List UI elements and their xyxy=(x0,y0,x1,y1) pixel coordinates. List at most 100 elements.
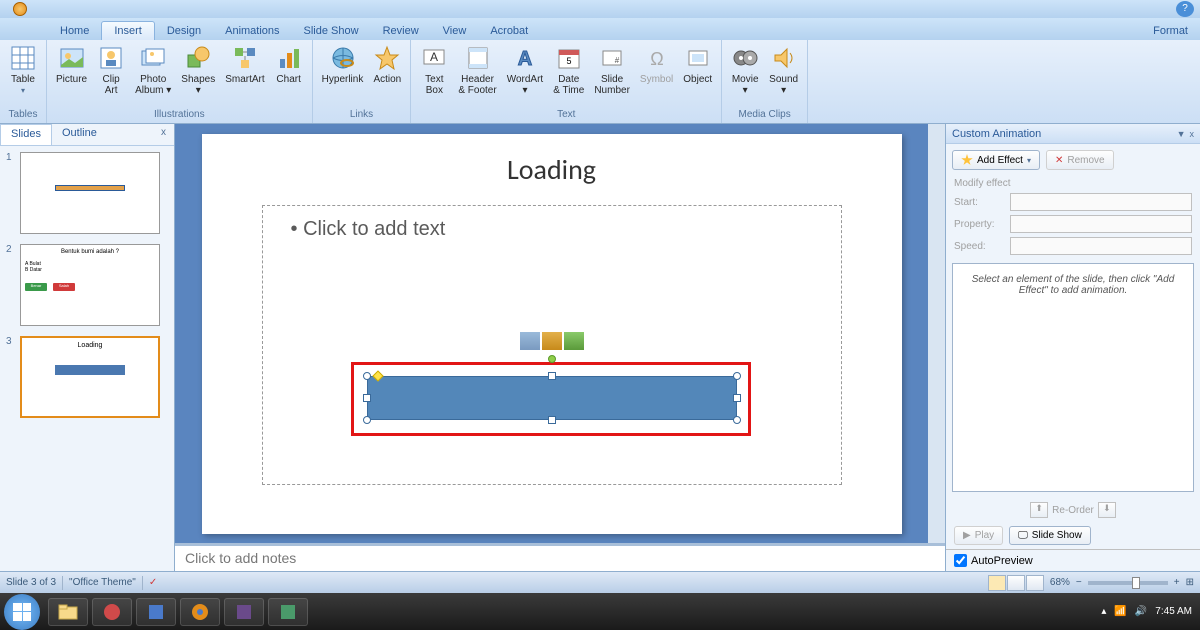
tab-insert[interactable]: Insert xyxy=(101,21,155,40)
property-select[interactable] xyxy=(1010,215,1192,233)
headerfooter-button[interactable]: Header & Footer xyxy=(453,42,501,109)
thumb-number: 2 xyxy=(6,244,20,326)
tray-clock[interactable]: 7:45 AM xyxy=(1155,606,1192,617)
normal-view-button[interactable] xyxy=(988,575,1006,591)
svg-text:#: # xyxy=(615,56,620,65)
resize-handle[interactable] xyxy=(548,416,556,424)
reorder-down-button[interactable]: ⬇ xyxy=(1098,502,1116,518)
start-select[interactable] xyxy=(1010,193,1192,211)
tab-home[interactable]: Home xyxy=(48,22,101,40)
add-effect-button[interactable]: Add Effect ▾ xyxy=(952,150,1040,170)
smartart-button[interactable]: SmartArt xyxy=(220,42,269,109)
thumbnails-list: 1 2 Bentuk bumi adalah ? A Bulat B Datar… xyxy=(0,146,174,571)
photoalbum-button[interactable]: Photo Album ▾ xyxy=(130,42,176,109)
picture-button[interactable]: Picture xyxy=(51,42,92,109)
object-button[interactable]: Object xyxy=(678,42,717,109)
panel-tab-slides[interactable]: Slides xyxy=(0,124,52,145)
taskbar-app[interactable] xyxy=(268,598,308,626)
resize-handle[interactable] xyxy=(733,372,741,380)
taskbar-app[interactable] xyxy=(92,598,132,626)
selected-shape[interactable] xyxy=(367,376,737,420)
tab-review[interactable]: Review xyxy=(371,22,431,40)
main-area: Slides Outline x 1 2 Bentuk bumi adalah … xyxy=(0,124,1200,571)
zoom-in-button[interactable]: + xyxy=(1174,577,1180,588)
spellcheck-icon[interactable]: ✓ xyxy=(149,577,157,588)
rotation-handle[interactable] xyxy=(548,355,556,363)
slide-thumbnail-2[interactable]: Bentuk bumi adalah ? A Bulat B Datar Ben… xyxy=(20,244,160,326)
tab-animations[interactable]: Animations xyxy=(213,22,291,40)
table-button[interactable]: Table▾ xyxy=(4,42,42,109)
tray-network-icon[interactable]: 📶 xyxy=(1114,606,1126,617)
tray-volume-icon[interactable]: 🔊 xyxy=(1135,606,1147,617)
tab-acrobat[interactable]: Acrobat xyxy=(478,22,540,40)
thumb-number: 3 xyxy=(6,336,20,418)
resize-handle[interactable] xyxy=(548,372,556,380)
shapes-button[interactable]: Shapes ▾ xyxy=(176,42,220,109)
zoom-thumb[interactable] xyxy=(1132,577,1140,589)
taskbar-app[interactable] xyxy=(136,598,176,626)
ribbon-group-tables: Table▾ Tables xyxy=(0,40,47,123)
textbox-button[interactable]: AText Box xyxy=(415,42,453,109)
slide-title[interactable]: Loading xyxy=(262,152,842,187)
tab-slideshow[interactable]: Slide Show xyxy=(292,22,371,40)
panel-toolbar: Add Effect ▾ ✕ Remove xyxy=(946,144,1200,176)
taskbar-app[interactable] xyxy=(224,598,264,626)
reorder-up-button[interactable]: ⬆ xyxy=(1030,502,1048,518)
hyperlink-button[interactable]: Hyperlink xyxy=(317,42,369,109)
tab-format[interactable]: Format xyxy=(1141,22,1200,40)
zoom-percent[interactable]: 68% xyxy=(1050,577,1070,588)
resize-handle[interactable] xyxy=(733,416,741,424)
tray-expand-icon[interactable]: ▴ xyxy=(1101,606,1106,617)
slideshow-button[interactable]: 🖵 Slide Show xyxy=(1009,526,1091,545)
taskbar-explorer[interactable] xyxy=(48,598,88,626)
wordart-button[interactable]: AWordArt ▾ xyxy=(502,42,549,109)
clipart-button[interactable]: Clip Art xyxy=(92,42,130,109)
resize-handle[interactable] xyxy=(363,372,371,380)
insert-chart-icon[interactable] xyxy=(542,332,562,350)
chart-button[interactable]: Chart xyxy=(270,42,308,109)
resize-handle[interactable] xyxy=(363,416,371,424)
panel-close-button[interactable]: x xyxy=(153,124,174,145)
chart-icon xyxy=(275,44,303,72)
start-button[interactable] xyxy=(4,594,40,630)
action-button[interactable]: Action xyxy=(368,42,406,109)
slide-canvas-area[interactable]: Loading Click to add text xyxy=(175,124,928,543)
insert-smartart-icon[interactable] xyxy=(564,332,584,350)
speed-select[interactable] xyxy=(1010,237,1192,255)
symbol-button[interactable]: ΩSymbol xyxy=(635,42,678,109)
remove-button[interactable]: ✕ Remove xyxy=(1046,150,1114,170)
taskbar-app[interactable] xyxy=(180,598,220,626)
play-button[interactable]: ▶ Play xyxy=(954,526,1003,545)
insert-table-icon[interactable] xyxy=(520,332,540,350)
slideshow-view-button[interactable] xyxy=(1026,575,1044,591)
resize-handle[interactable] xyxy=(363,394,371,402)
panel-close-button[interactable]: x xyxy=(1190,129,1195,139)
sound-button[interactable]: Sound ▾ xyxy=(764,42,803,109)
datetime-button[interactable]: 5Date & Time xyxy=(548,42,589,109)
slidenumber-button[interactable]: #Slide Number xyxy=(589,42,635,109)
panel-dropdown-button[interactable]: ▼ xyxy=(1177,129,1186,139)
picture-icon xyxy=(58,44,86,72)
notes-pane[interactable]: Click to add notes xyxy=(175,543,945,571)
vertical-scrollbar[interactable] xyxy=(928,124,945,543)
autopreview-checkbox[interactable] xyxy=(954,554,967,567)
resize-handle[interactable] xyxy=(733,394,741,402)
help-button[interactable]: ? xyxy=(1176,1,1194,17)
slide-thumbnail-3[interactable]: Loading xyxy=(20,336,160,418)
slide-thumbnail-1[interactable] xyxy=(20,152,160,234)
thumb-options: A Bulat B Datar xyxy=(25,261,155,273)
fit-to-window-button[interactable]: ⊞ xyxy=(1186,577,1194,588)
group-label-media: Media Clips xyxy=(726,109,803,123)
movie-button[interactable]: Movie ▾ xyxy=(726,42,764,109)
office-button[interactable] xyxy=(0,0,40,18)
zoom-slider[interactable] xyxy=(1088,581,1168,585)
zoom-out-button[interactable]: − xyxy=(1076,577,1082,588)
content-placeholder[interactable]: Click to add text xyxy=(262,205,842,485)
tab-view[interactable]: View xyxy=(431,22,479,40)
svg-text:Ω: Ω xyxy=(650,49,663,69)
property-field: Property: xyxy=(946,213,1200,235)
speed-field: Speed: xyxy=(946,235,1200,257)
tab-design[interactable]: Design xyxy=(155,22,213,40)
panel-tab-outline[interactable]: Outline xyxy=(52,124,107,145)
sorter-view-button[interactable] xyxy=(1007,575,1025,591)
